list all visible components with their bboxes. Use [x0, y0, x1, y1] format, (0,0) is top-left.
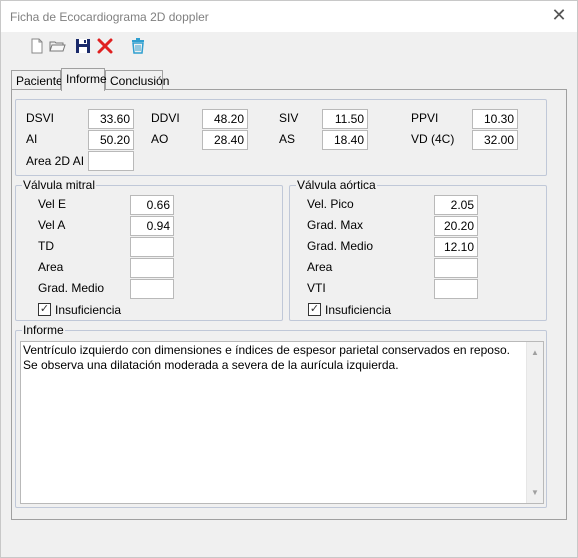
bottom-bar — [1, 527, 577, 557]
informe-textarea[interactable]: Ventrículo izquierdo con dimensiones e í… — [20, 341, 544, 504]
siv-input[interactable]: 11.50 — [322, 109, 368, 129]
td-label: TD — [38, 239, 54, 253]
informe-tab-panel: DSVI 33.60 DDVI 48.20 SIV 11.50 PPVI 10.… — [11, 89, 567, 520]
ddvi-label: DDVI — [151, 111, 180, 125]
vel-a-label: Vel A — [38, 218, 66, 232]
tab-strip: Paciente Informe Conclusión — [11, 68, 571, 91]
aortic-valve-title: Válvula aórtica — [296, 178, 377, 192]
scroll-down-icon[interactable]: ▼ — [531, 485, 539, 500]
area2dai-input[interactable] — [88, 151, 134, 171]
scroll-up-icon[interactable]: ▲ — [531, 345, 539, 360]
ao-label: AO — [151, 132, 169, 146]
informe-title: Informe — [22, 323, 65, 337]
informe-scrollbar[interactable]: ▲ ▼ — [526, 342, 543, 503]
tab-conclusion[interactable]: Conclusión — [105, 70, 169, 90]
aortic-valve-group: Válvula aórtica Vel. Pico 2.05 Grad. Max… — [289, 178, 547, 321]
vel-pico-label: Vel. Pico — [307, 197, 354, 211]
trash-icon[interactable] — [129, 37, 147, 55]
tab-informe[interactable]: Informe — [61, 68, 107, 91]
ppvi-input[interactable]: 10.30 — [472, 109, 518, 129]
mitral-valve-group: Válvula mitral Vel E 0.66 Vel A 0.94 TD … — [15, 178, 283, 321]
aortic-insuficiencia-label: Insuficiencia — [325, 303, 392, 317]
ai-input[interactable]: 50.20 — [88, 130, 134, 150]
window-title: Ficha de Ecocardiograma 2D doppler — [10, 10, 209, 24]
informe-text: Ventrículo izquierdo con dimensiones e í… — [23, 343, 510, 372]
aortic-area-input[interactable] — [434, 258, 478, 278]
ddvi-input[interactable]: 48.20 — [202, 109, 248, 129]
tab-label: Conclusión — [110, 74, 170, 88]
window: Ficha de Ecocardiograma 2D doppler ✕ Pac… — [0, 0, 578, 558]
close-icon[interactable]: ✕ — [549, 5, 569, 26]
aortic-insuficiencia-checkbox[interactable]: ✓ — [308, 303, 321, 316]
vd4c-input[interactable]: 32.00 — [472, 130, 518, 150]
as-label: AS — [279, 132, 296, 146]
measurements-group: DSVI 33.60 DDVI 48.20 SIV 11.50 PPVI 10.… — [15, 99, 547, 176]
grad-max-label: Grad. Max — [307, 218, 364, 232]
mitral-insuficiencia-checkbox[interactable]: ✓ — [38, 303, 51, 316]
informe-group: Informe Ventrículo izquierdo con dimensi… — [15, 323, 547, 508]
save-disk-icon[interactable] — [74, 37, 92, 55]
delete-x-icon[interactable] — [96, 37, 114, 55]
title-bar: Ficha de Ecocardiograma 2D doppler ✕ — [1, 1, 577, 32]
vel-e-label: Vel E — [38, 197, 67, 211]
mitral-area-input[interactable] — [130, 258, 174, 278]
ppvi-label: PPVI — [411, 111, 439, 125]
area2dai-label: Area 2D AI — [26, 154, 85, 168]
open-folder-icon[interactable] — [48, 37, 66, 55]
ao-input[interactable]: 28.40 — [202, 130, 248, 150]
ai-label: AI — [26, 132, 38, 146]
dsvi-input[interactable]: 33.60 — [88, 109, 134, 129]
new-document-icon[interactable] — [28, 37, 46, 55]
td-input[interactable] — [130, 237, 174, 257]
as-input[interactable]: 18.40 — [322, 130, 368, 150]
vd4c-label: VD (4C) — [411, 132, 455, 146]
dsvi-label: DSVI — [26, 111, 55, 125]
tab-paciente[interactable]: Paciente — [11, 70, 63, 90]
siv-label: SIV — [279, 111, 299, 125]
grad-max-input[interactable]: 20.20 — [434, 216, 478, 236]
vel-e-input[interactable]: 0.66 — [130, 195, 174, 215]
vel-a-input[interactable]: 0.94 — [130, 216, 174, 236]
tab-label: Informe — [66, 72, 107, 86]
aortic-grad-medio-input[interactable]: 12.10 — [434, 237, 478, 257]
mitral-area-label: Area — [38, 260, 64, 274]
mitral-grad-medio-input[interactable] — [130, 279, 174, 299]
aortic-area-label: Area — [307, 260, 333, 274]
mitral-grad-medio-label: Grad. Medio — [38, 281, 105, 295]
tab-label: Paciente — [16, 74, 63, 88]
aortic-grad-medio-label: Grad. Medio — [307, 239, 374, 253]
vel-pico-input[interactable]: 2.05 — [434, 195, 478, 215]
vti-input[interactable] — [434, 279, 478, 299]
toolbar — [1, 32, 577, 60]
vti-label: VTI — [307, 281, 326, 295]
mitral-insuficiencia-label: Insuficiencia — [55, 303, 122, 317]
mitral-valve-title: Válvula mitral — [22, 178, 97, 192]
